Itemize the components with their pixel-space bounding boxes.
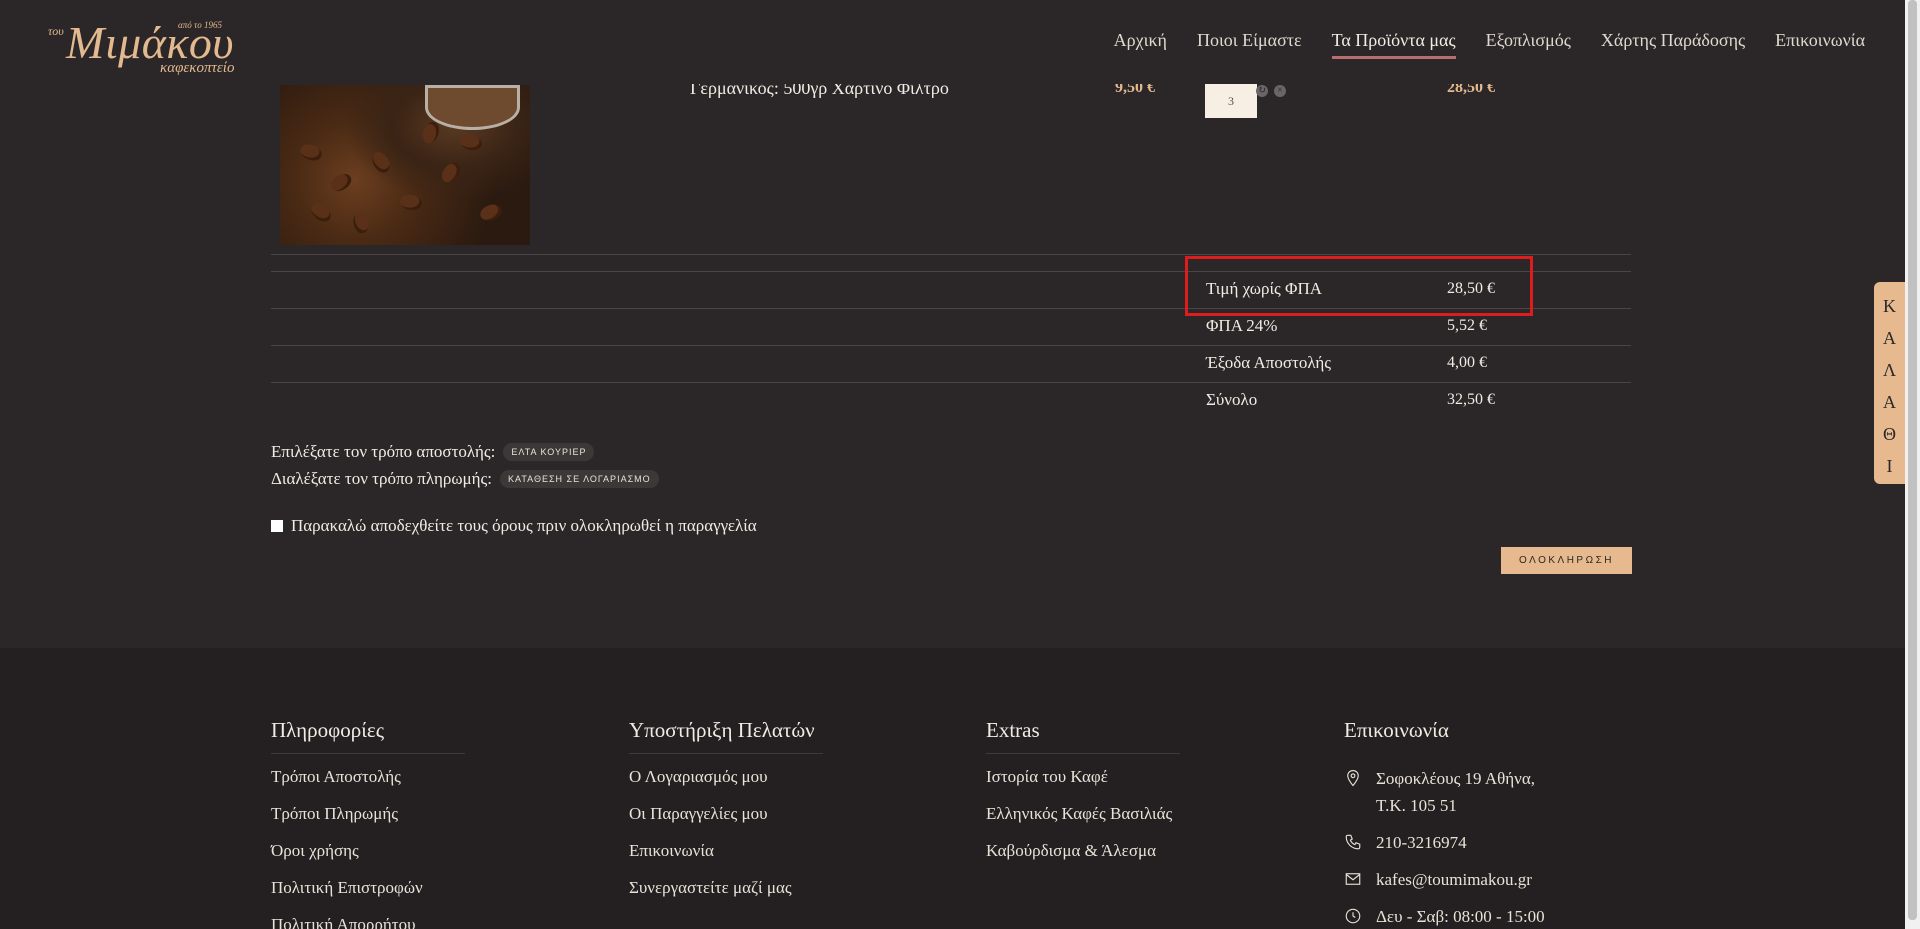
remove-icon[interactable]: × <box>1274 85 1286 97</box>
scrollbar-thumb[interactable] <box>1908 0 1917 920</box>
payment-method-value[interactable]: ΚΑΤΑΘΕΣΗ ΣΕ ΛΟΓΑΡΙΑΣΜΟ <box>499 470 659 488</box>
shipping-method-row: Επιλέξατε τον τρόπο αποστολής: ΕΛΤΑ ΚΟΥΡ… <box>271 442 595 462</box>
nav-contact[interactable]: Επικοινωνία <box>1775 28 1865 59</box>
site-header: του από το 1965 Μιμάκου καφεκοπτείο Αρχι… <box>0 0 1905 84</box>
phone-icon <box>1345 834 1361 850</box>
contact-phone[interactable]: 210-3216974 <box>1344 829 1545 856</box>
footer-contact-title: Επικοινωνία <box>1344 718 1449 742</box>
opening-hours: Δευ - Σαβ: 08:00 - 15:00 <box>1376 907 1545 926</box>
nav-products[interactable]: Τα Προϊόντα μας <box>1331 28 1456 59</box>
main-nav: Αρχική Ποιοι Είμαστε Τα Προϊόντα μας Εξο… <box>1114 28 1865 59</box>
total-value: 32,50 € <box>1447 391 1495 408</box>
shipping-method-value[interactable]: ΕΛΤΑ ΚΟΥΡΙΕΡ <box>503 443 595 461</box>
side-tab-letter: Α <box>1883 328 1896 348</box>
footer-link[interactable]: Τρόποι Αποστολής <box>271 766 465 803</box>
footer-extras-title: Extras <box>986 718 1180 754</box>
side-tab-letter: Κ <box>1883 296 1896 316</box>
contact-email[interactable]: kafes@toumimakou.gr <box>1344 866 1545 893</box>
total-label: Σύνολο <box>1206 390 1258 409</box>
nav-home[interactable]: Αρχική <box>1114 28 1167 59</box>
footer-link[interactable]: Πολιτική Απορρήτου <box>271 914 465 929</box>
footer-link[interactable]: Ο Λογαριασμός μου <box>629 766 823 803</box>
footer-extras-column: Extras Ιστορία του Καφέ Ελληνικός Καφές … <box>986 718 1180 877</box>
cart-side-tab[interactable]: Κ Α Λ Α Θ Ι <box>1874 282 1905 484</box>
divider <box>271 345 1631 346</box>
footer-link[interactable]: Τρόποι Πληρωμής <box>271 803 465 840</box>
divider <box>271 382 1631 383</box>
shipping-method-label: Επιλέξατε τον τρόπο αποστολής: <box>271 442 496 461</box>
logo-prefix: του <box>48 24 64 38</box>
mail-icon <box>1345 873 1361 885</box>
logo-subtitle: καφεκοπτείο <box>160 60 235 76</box>
site-footer: Πληροφορίες Τρόποι Αποστολής Τρόποι Πληρ… <box>0 648 1905 929</box>
vat-label: ΦΠΑ 24% <box>1206 316 1278 335</box>
page-scrollbar[interactable] <box>1905 0 1920 929</box>
address-line-2: Τ.Κ. 105 51 <box>1376 796 1457 815</box>
location-pin-icon <box>1347 769 1359 787</box>
highlight-annotation <box>1185 256 1533 316</box>
clock-icon <box>1345 908 1361 924</box>
footer-link[interactable]: Πολιτική Επιστροφών <box>271 877 465 914</box>
vat-value: 5,52 € <box>1447 317 1487 334</box>
contact-hours: Δευ - Σαβ: 08:00 - 15:00 <box>1344 903 1545 929</box>
footer-link[interactable]: Ελληνικός Καφές Βασιλιάς <box>986 803 1180 840</box>
footer-info-title: Πληροφορίες <box>271 718 465 754</box>
footer-link[interactable]: Επικοινωνία <box>629 840 823 877</box>
footer-link[interactable]: Συνεργαστείτε μαζί μας <box>629 877 823 914</box>
side-tab-letter: Α <box>1883 392 1896 412</box>
divider <box>271 254 1631 255</box>
footer-link[interactable]: Όροι χρήσης <box>271 840 465 877</box>
footer-contact-column: Επικοινωνία Σοφοκλέους 19 Αθήνα, Τ.Κ. 10… <box>1344 718 1545 929</box>
shipping-cost-label: Έξοδα Αποστολής <box>1206 353 1332 372</box>
side-tab-letter: Ι <box>1886 456 1893 476</box>
product-image <box>280 85 530 245</box>
phone-number[interactable]: 210-3216974 <box>1376 829 1467 856</box>
nav-delivery-map[interactable]: Χάρτης Παράδοσης <box>1601 28 1745 59</box>
footer-support-column: Υποστήριξη Πελατών Ο Λογαριασμός μου Οι … <box>629 718 823 914</box>
footer-info-column: Πληροφορίες Τρόποι Αποστολής Τρόποι Πληρ… <box>271 718 465 929</box>
email-address[interactable]: kafes@toumimakou.gr <box>1376 866 1532 893</box>
side-tab-letter: Λ <box>1882 360 1897 380</box>
side-tab-letter: Θ <box>1883 424 1896 444</box>
payment-method-label: Διαλέξατε τον τρόπο πληρωμής: <box>271 469 492 488</box>
footer-link[interactable]: Καβούρδισμα & Άλεσμα <box>986 840 1180 877</box>
payment-method-row: Διαλέξατε τον τρόπο πληρωμής: ΚΑΤΑΘΕΣΗ Σ… <box>271 469 659 489</box>
complete-order-button[interactable]: ΟΛΟΚΛΗΡΩΣΗ <box>1501 547 1632 574</box>
shipping-cost-value: 4,00 € <box>1447 354 1487 371</box>
terms-text[interactable]: Παρακαλώ αποδεχθείτε τους όρους πριν ολο… <box>291 516 757 536</box>
nav-about[interactable]: Ποιοι Είμαστε <box>1197 28 1302 59</box>
footer-support-title: Υποστήριξη Πελατών <box>629 718 823 754</box>
contact-address: Σοφοκλέους 19 Αθήνα, Τ.Κ. 105 51 <box>1344 765 1545 819</box>
site-logo[interactable]: του από το 1965 Μιμάκου καφεκοπτείο <box>46 16 235 82</box>
footer-link[interactable]: Οι Παραγγελίες μου <box>629 803 823 840</box>
quantity-input[interactable]: 3 <box>1205 84 1257 118</box>
terms-row: Παρακαλώ αποδεχθείτε τους όρους πριν ολο… <box>271 516 757 536</box>
address-line-1: Σοφοκλέους 19 Αθήνα, <box>1376 769 1536 788</box>
refresh-icon[interactable]: ↻ <box>1256 85 1268 97</box>
terms-checkbox[interactable] <box>271 520 283 532</box>
footer-link[interactable]: Ιστορία του Καφέ <box>986 766 1180 803</box>
nav-equipment[interactable]: Εξοπλισμός <box>1486 28 1571 59</box>
